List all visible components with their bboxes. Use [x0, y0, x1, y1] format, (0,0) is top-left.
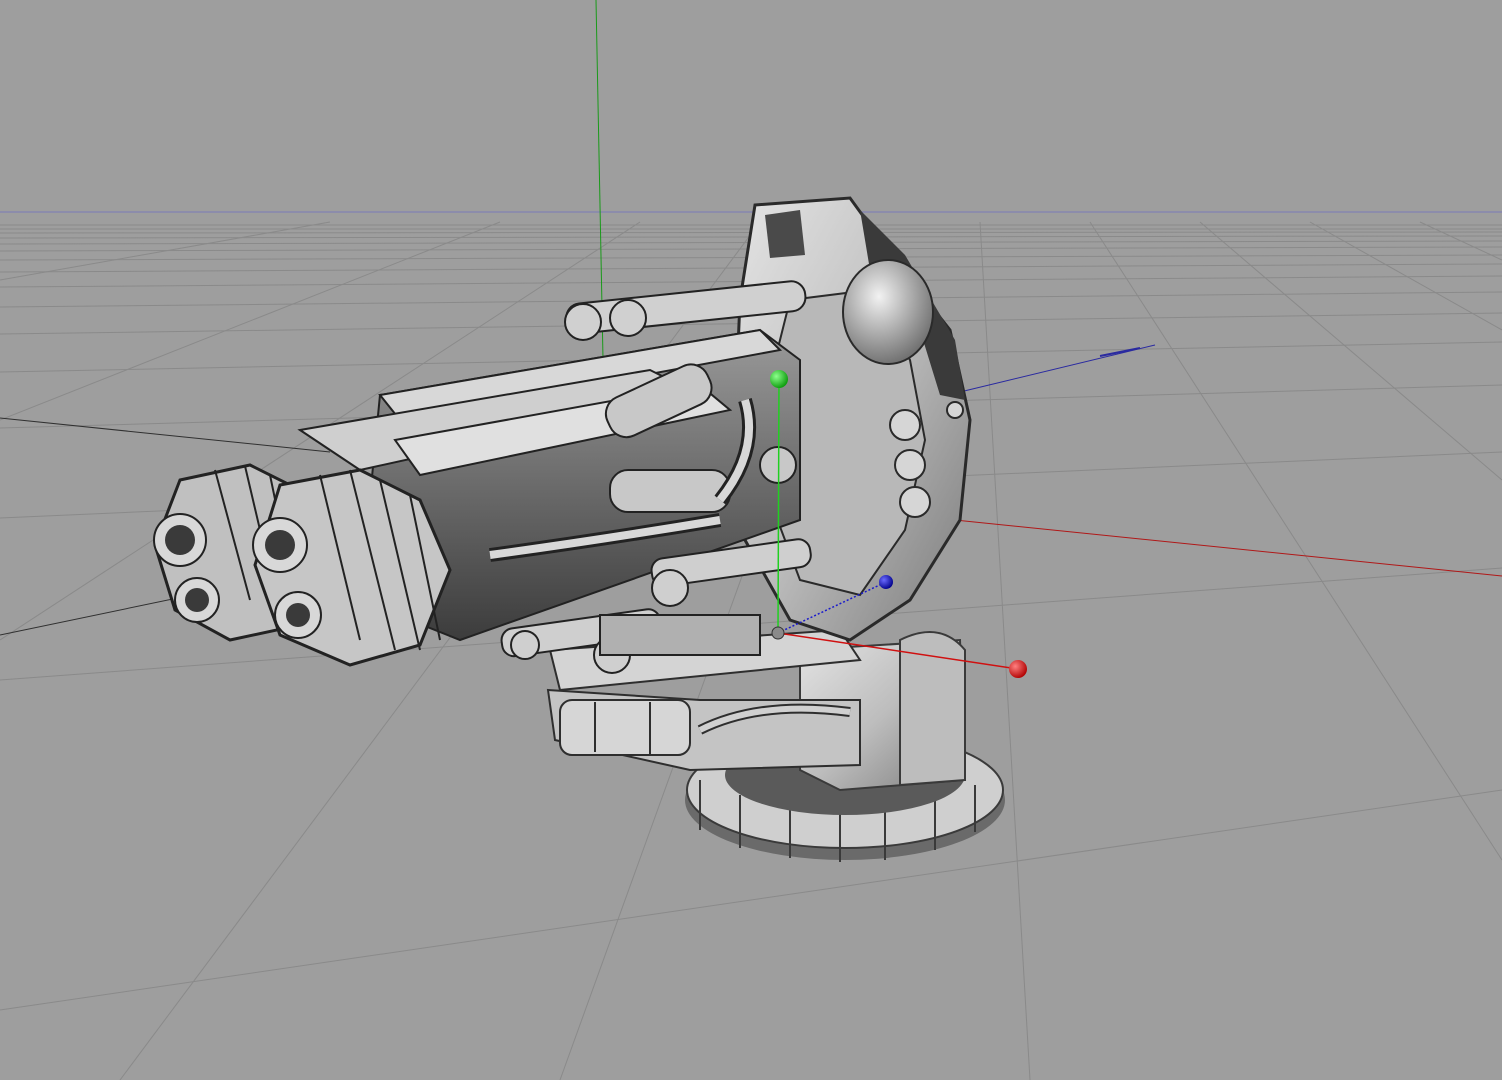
y-handle[interactable]: [770, 370, 788, 388]
gun-muzzles[interactable]: [153, 463, 452, 667]
world-y-axis: [595, 0, 605, 411]
viewport-canvas[interactable]: [0, 0, 1502, 1080]
pivot[interactable]: [771, 626, 785, 640]
gizmo-y-axis: [777, 379, 780, 634]
x-handle[interactable]: [1009, 660, 1027, 678]
3d-viewport[interactable]: [0, 0, 1502, 1080]
z-handle[interactable]: [879, 575, 893, 589]
